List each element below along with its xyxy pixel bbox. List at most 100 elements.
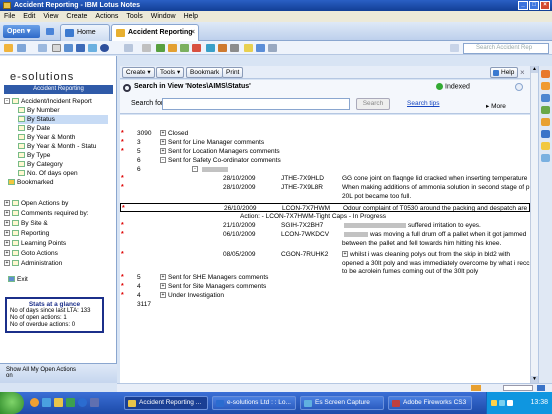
toolbar-blue-icon[interactable] [256, 44, 265, 52]
toolbar-refresh-icon[interactable] [88, 44, 97, 52]
sametime-icon[interactable] [541, 70, 550, 78]
expand-icon[interactable]: + [160, 283, 166, 290]
tab-home[interactable]: Home [60, 24, 110, 41]
quicklaunch-app-icon[interactable] [66, 398, 75, 407]
toolbar-document-icon[interactable] [52, 44, 61, 52]
nav-comments-required[interactable]: + Comments required by: [4, 209, 89, 218]
scroll-down-icon[interactable]: ▼ [531, 376, 538, 383]
category-row-under-investigation[interactable]: * 4 + Under Investigation [120, 291, 530, 300]
toolbar-print-icon[interactable] [142, 44, 151, 52]
contacts-icon[interactable] [541, 130, 550, 138]
toolbar-grey-icon[interactable] [268, 44, 277, 52]
category-row-location-managers[interactable]: * 5 + Sent for Location Managers comments [120, 147, 530, 156]
tray-volume-icon[interactable] [507, 400, 513, 406]
toolbar-tag-icon[interactable] [168, 44, 177, 52]
category-row-site-managers[interactable]: * 4 + Sent for Site Managers comments [120, 282, 530, 291]
subcategory-row[interactable]: 6 - [120, 165, 530, 174]
toolbar-red-icon[interactable] [192, 44, 201, 52]
menu-create[interactable]: Create [66, 11, 87, 22]
toolbar-preview-icon[interactable] [64, 44, 73, 52]
menu-actions[interactable]: Actions [95, 11, 118, 22]
document-row-selected[interactable]: * 26/10/2009 LCON-7X7HWM Odour complaint o… [120, 203, 530, 212]
taskbar-e-solutions[interactable]: e-solutions Ltd : : Lo... [212, 396, 296, 410]
nav-by-date[interactable]: By Date [18, 124, 50, 133]
expand-icon[interactable]: + [4, 250, 10, 257]
taskbar-screen-capture[interactable]: Es Screen Capture [300, 396, 384, 410]
expand-icon[interactable]: + [342, 251, 348, 258]
window-list-icon[interactable] [46, 28, 54, 35]
menu-file[interactable]: File [4, 11, 15, 22]
document-row[interactable]: * 28/10/2009 JTHE-7X9L8R When making addit… [120, 183, 530, 192]
document-row[interactable]: * 08/05/2009 CGON-7RUHK2 + whilst i was cle… [120, 250, 530, 259]
search-tips-link[interactable]: Search tips [407, 100, 440, 107]
feeds-icon[interactable] [541, 82, 550, 90]
start-button[interactable] [0, 392, 24, 414]
nav-bookmarked[interactable]: Bookmarked [8, 178, 54, 187]
expand-icon[interactable]: + [4, 200, 10, 207]
nav-by-site[interactable]: + By Site & [4, 219, 48, 228]
toolbar-green-icon[interactable] [180, 44, 189, 52]
close-tab-icon[interactable]: × [191, 25, 195, 41]
toolbar-tool-icon[interactable] [230, 44, 239, 52]
toolbar-nav-back-icon[interactable] [124, 44, 133, 52]
close-search-icon[interactable]: × [520, 68, 525, 77]
nav-accident-incident-report[interactable]: - Accident/Incident Report [4, 97, 92, 106]
toolbar-teal-icon[interactable] [206, 44, 215, 52]
menu-tools[interactable]: Tools [126, 11, 142, 22]
nav-days-open[interactable]: No. Of days open [18, 169, 78, 178]
nav-goto-actions[interactable]: + Goto Actions [4, 249, 58, 258]
menu-window[interactable]: Window [151, 11, 176, 22]
view-scrollbar[interactable]: ▲ ▼ [530, 66, 538, 384]
category-row-she-managers[interactable]: * 5 + Sent for SHE Managers comments [120, 273, 530, 282]
create-button[interactable]: Create ▾ [122, 67, 155, 78]
toolbar-orange-icon[interactable] [218, 44, 227, 52]
tray-icon[interactable] [491, 400, 497, 406]
nav-by-year-month[interactable]: By Year & Month [18, 133, 75, 142]
toolbar-forward-icon[interactable] [156, 44, 165, 52]
quicklaunch-ie-icon[interactable] [78, 398, 87, 407]
expand-icon[interactable]: + [4, 230, 10, 237]
help-button[interactable]: Help [490, 67, 519, 78]
close-window-button[interactable]: × [540, 1, 550, 10]
document-row[interactable]: * 06/10/2009 LCON-7WKDCV was moving a full… [120, 230, 530, 239]
nav-by-status[interactable]: By Status [18, 115, 108, 124]
minimize-button[interactable]: _ [518, 1, 528, 10]
taskbar-accident-reporting[interactable]: Accident Reporting ... [124, 396, 208, 410]
show-all-open-actions-button[interactable]: Show All My Open Actions on [0, 363, 117, 383]
nav-exit[interactable]: Exit [8, 275, 28, 284]
menu-view[interactable]: View [43, 11, 58, 22]
quicklaunch-extra-icon[interactable] [90, 398, 99, 407]
sidebar-extra-icon[interactable] [541, 154, 550, 162]
help-circle-icon[interactable] [515, 83, 523, 91]
bookmark-button[interactable]: Bookmark [186, 67, 224, 78]
expand-icon[interactable]: + [160, 292, 166, 299]
status-field[interactable] [503, 385, 533, 391]
day-at-a-glance-icon[interactable] [541, 106, 550, 114]
toolbar-layout-icon[interactable] [76, 44, 85, 52]
toolbar-search-input[interactable]: Search Accident Rep [463, 43, 549, 54]
toolbar-folder-icon[interactable] [244, 44, 253, 52]
nav-by-year-month-status[interactable]: By Year & Month - Statu [18, 142, 96, 151]
toolbar-status-icon[interactable] [100, 44, 109, 52]
collapse-icon[interactable]: - [192, 166, 198, 173]
nav-by-category[interactable]: By Category [18, 160, 63, 169]
expand-icon[interactable]: + [160, 130, 166, 137]
more-options-button[interactable]: ▸ More [486, 102, 506, 110]
nav-by-type[interactable]: By Type [18, 151, 50, 160]
document-row[interactable]: * 21/10/2009 SGIH-7X2BH7 suffered irritati… [120, 221, 530, 230]
expand-icon[interactable]: + [4, 210, 10, 217]
expand-icon[interactable]: + [4, 220, 10, 227]
expand-icon[interactable]: + [160, 148, 166, 155]
expand-icon[interactable]: + [160, 274, 166, 281]
widgets-icon[interactable] [541, 118, 550, 126]
quicklaunch-desktop-icon[interactable] [42, 398, 51, 407]
menu-edit[interactable]: Edit [23, 11, 35, 22]
toolbar-bookmark-icon[interactable] [4, 44, 13, 52]
toolbar-nav-icon[interactable] [17, 44, 26, 52]
toolbar-view-icon[interactable] [38, 44, 47, 52]
nav-by-number[interactable]: By Number [18, 106, 60, 115]
collapse-icon[interactable]: - [160, 157, 166, 164]
toolbar-search-scope-icon[interactable] [450, 44, 459, 52]
nav-administration[interactable]: + Administration [4, 259, 62, 268]
status-arrow-icon[interactable] [471, 385, 481, 391]
